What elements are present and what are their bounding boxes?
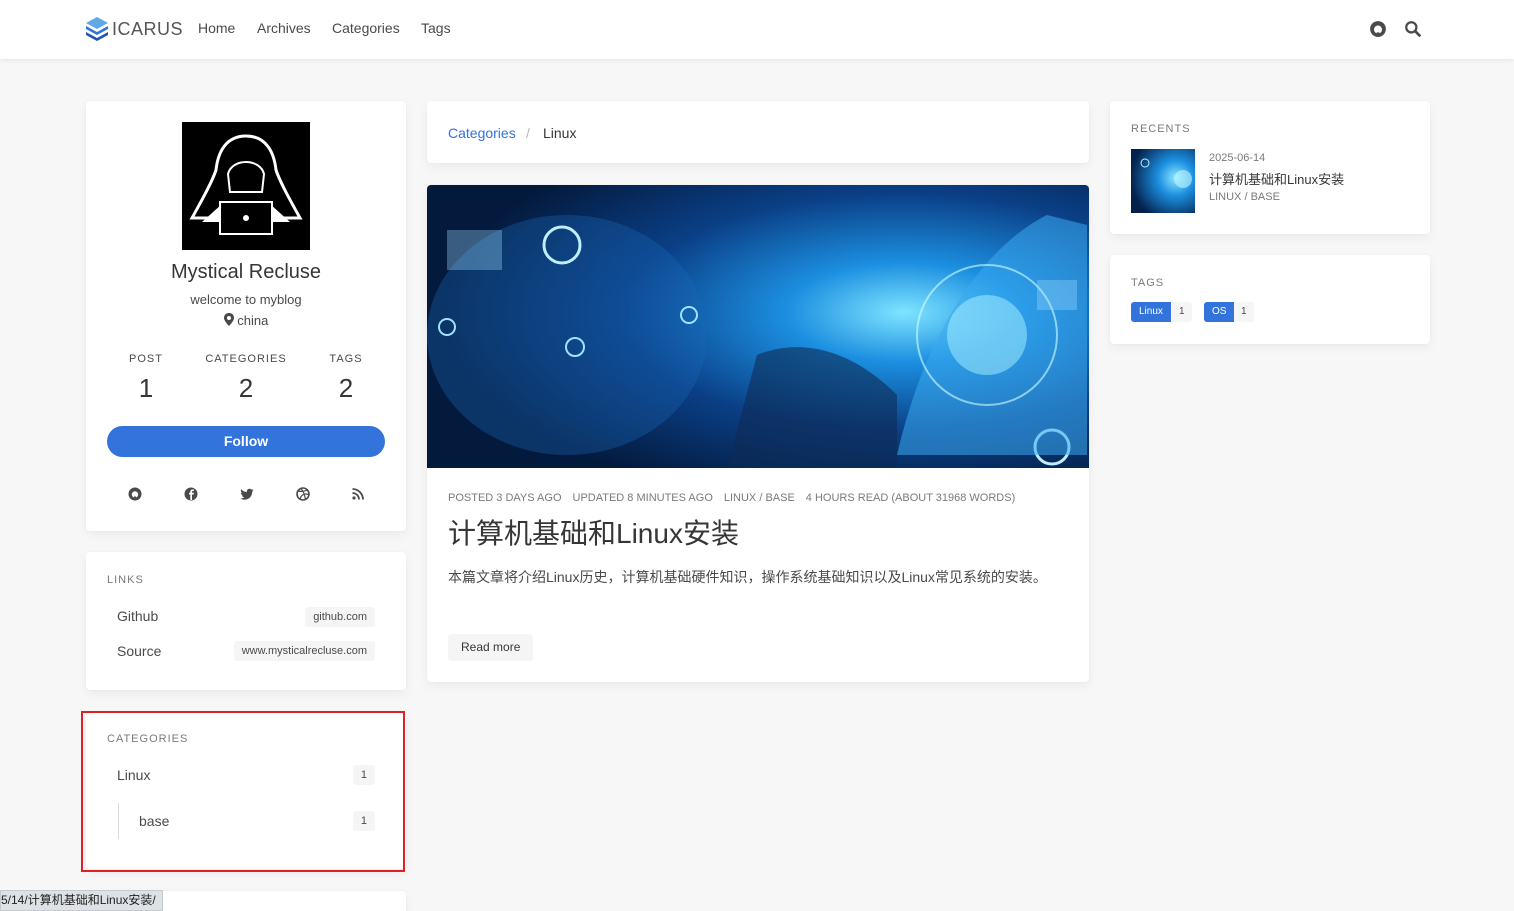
facebook-icon[interactable]: [183, 486, 199, 502]
stat-label: CATEGORIES: [205, 353, 287, 365]
tag-name: OS: [1204, 302, 1235, 322]
recent-post-title[interactable]: 计算机基础和Linux安装: [1209, 169, 1344, 188]
read-more-button[interactable]: Read more: [448, 634, 534, 661]
avatar: [182, 122, 310, 250]
stat-posts[interactable]: POST 1: [120, 353, 172, 404]
link-label: Github: [117, 608, 159, 624]
profile-location: china: [86, 313, 406, 328]
stat-tags[interactable]: TAGS 2: [322, 353, 370, 404]
article-excerpt: 本篇文章将介绍Linux历史，计算机基础硬件知识，操作系统基础知识以及Linux…: [448, 569, 1047, 585]
rss-icon[interactable]: [350, 486, 366, 502]
nav-home[interactable]: Home: [198, 20, 235, 36]
stat-categories[interactable]: CATEGORIES 2: [200, 353, 292, 404]
nav-categories[interactable]: Categories: [332, 20, 400, 36]
link-url: github.com: [305, 607, 375, 627]
tag-count: 1: [1172, 302, 1192, 322]
stat-value: 2: [338, 373, 354, 403]
tech-cover-image: [427, 185, 1089, 468]
stat-label: POST: [129, 353, 163, 365]
search-icon[interactable]: [1404, 20, 1422, 38]
link-url: www.mysticalrecluse.com: [233, 641, 375, 661]
github-icon[interactable]: [1369, 20, 1387, 38]
profile-card: Mystical Recluse welcome to myblog china…: [86, 101, 406, 531]
breadcrumb-current: Linux: [543, 125, 577, 141]
category-count: 1: [352, 765, 375, 785]
tag-name: Linux: [1131, 302, 1171, 322]
article-thumbnail[interactable]: [427, 185, 1089, 468]
links-title: LINKS: [107, 574, 144, 586]
stat-value: 1: [138, 373, 154, 403]
category-count: 1: [352, 811, 375, 831]
nav-tags[interactable]: Tags: [421, 20, 451, 36]
map-marker-icon: [223, 313, 234, 326]
breadcrumb-categories[interactable]: Categories: [448, 125, 516, 141]
categories-title: CATEGORIES: [107, 733, 189, 745]
tags-card: TAGS Linux 1 OS 1: [1110, 255, 1430, 344]
recent-post-date: 2025-06-14: [1209, 152, 1266, 164]
navbar: ICARUS Home Archives Categories Tags: [0, 0, 1514, 59]
stat-label: TAGS: [329, 353, 363, 365]
recent-post-category[interactable]: LINUX / BASE: [1209, 191, 1280, 203]
breadcrumb: Categories / Linux: [427, 101, 1089, 163]
category-label: base: [139, 813, 170, 829]
meta-updated: UPDATED 8 MINUTES AGO: [572, 492, 713, 504]
meta-posted: POSTED 3 DAYS AGO: [448, 492, 562, 504]
nav-archives[interactable]: Archives: [257, 20, 311, 36]
profile-bio: welcome to myblog: [190, 292, 302, 307]
article-meta: POSTED 3 DAYS AGO UPDATED 8 MINUTES AGO …: [448, 492, 1015, 504]
hooded-hacker-image: [189, 134, 303, 235]
brand[interactable]: ICARUS: [86, 17, 183, 41]
tags-title: TAGS: [1131, 277, 1165, 289]
meta-read-time: 4 HOURS READ (ABOUT 31968 WORDS): [805, 492, 1016, 504]
dribbble-icon[interactable]: [295, 486, 311, 502]
follow-button[interactable]: Follow: [107, 426, 385, 457]
recents-card: RECENTS 2025-06-14 计算机基础和Linux安装 LINUX /…: [1110, 101, 1430, 234]
brand-name: ICARUS: [112, 18, 184, 39]
recents-title: RECENTS: [1131, 123, 1191, 135]
status-bar-url: 5/14/计算机基础和Linux安装/: [0, 890, 163, 911]
logo-icon: [86, 17, 108, 41]
link-label: Source: [117, 643, 162, 659]
stat-value: 2: [238, 373, 254, 403]
profile-name: Mystical Recluse: [170, 261, 322, 283]
profile-location-text: china: [237, 313, 269, 328]
categories-card: CATEGORIES Linux 1 base 1: [86, 713, 406, 869]
breadcrumb-separator: /: [526, 125, 530, 141]
twitter-icon[interactable]: [239, 486, 255, 502]
recent-post-thumbnail[interactable]: [1131, 149, 1195, 213]
meta-category[interactable]: LINUX / BASE: [724, 492, 795, 504]
github-icon[interactable]: [127, 486, 143, 502]
subcategory-divider: [118, 803, 119, 839]
article-card: POSTED 3 DAYS AGO UPDATED 8 MINUTES AGO …: [427, 185, 1089, 682]
category-label: Linux: [117, 767, 151, 783]
links-card: LINKS Github github.com Source www.mysti…: [86, 552, 406, 690]
tag-count: 1: [1234, 302, 1254, 322]
article-title[interactable]: 计算机基础和Linux安装: [448, 512, 739, 552]
